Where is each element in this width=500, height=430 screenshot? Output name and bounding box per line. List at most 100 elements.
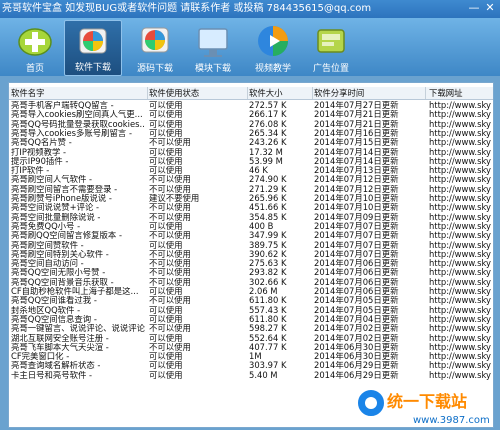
toolbar: 首页 软件下载 源码下载 模块下载 视频教学 广告位置 <box>0 18 500 76</box>
close-button[interactable]: ✕ <box>482 1 498 15</box>
ad-slot-icon <box>317 29 345 53</box>
software-name-cell: 亮哥免费QQ小号 - <box>11 221 81 231</box>
table-row[interactable]: 亮哥飞车脚本大气天尖渲 - 不可以使用 407.77 K 2014年06月30日更新 h… <box>9 342 493 352</box>
share-time-cell: 2014年07月07日更新 <box>314 221 399 231</box>
url-cell: http://www.sky <box>429 101 491 110</box>
table-row[interactable]: 亮哥刷空间赞软件 - 可以使用 389.75 K 2014年07月07日更新 http:… <box>9 240 493 250</box>
table-row[interactable]: 亮哥QQ号码批量登录获取cookies... 可以使用 276.08 K 2014年0… <box>9 120 493 129</box>
toolbar-ad-slot-button[interactable]: 广告位置 <box>302 20 360 76</box>
url-cell: http://www.sky <box>429 305 491 315</box>
table-row[interactable]: 亮哥一键留言、说说评论、说说评论_主页... 不可以使用 598.27 K 2014年… <box>9 324 493 334</box>
size-cell: 266.17 K <box>249 110 287 120</box>
table-row[interactable]: 亮哥QQ空间无限小号赞 - 不可以使用 293.82 K 2014年07月06日更新 h… <box>9 268 493 278</box>
url-cell: http://www.sky <box>429 175 491 185</box>
share-time-cell: 2014年07月07日更新 <box>314 240 399 250</box>
size-cell: 275.63 K <box>249 259 287 269</box>
share-time-cell: 2014年07月04日更新 <box>314 314 399 324</box>
table-row[interactable]: 封杀地区QQ软件 - 可以使用 557.43 K 2014年07月05日更新 http:… <box>9 305 493 315</box>
home-plus-icon <box>18 28 52 56</box>
table-row[interactable]: 亮哥查询域名解析状态 - 可以使用 303.97 K 2014年06月29日更新 htt… <box>9 361 493 371</box>
table-row[interactable]: 亮哥空间批量删除说说 - 不可以使用 354.85 K 2014年07月09日更新 ht… <box>9 212 493 222</box>
size-cell: 598.27 K <box>249 324 287 334</box>
table-row[interactable]: CF完美窗口化 - 可以使用 1M 2014年06月30日更新 http://www.s… <box>9 352 493 361</box>
software-name-cell: 亮哥QQ空间信息查询 - <box>11 314 97 324</box>
column-header[interactable]: 软件使用状态 <box>149 87 244 99</box>
share-time-cell: 2014年06月29日更新 <box>314 361 399 371</box>
software-name-cell: 亮哥QQ空间背景音乐获取 - <box>11 277 114 287</box>
column-header[interactable]: 下载网址 <box>429 87 493 99</box>
url-cell: http://www.sky <box>429 259 491 269</box>
table-row[interactable]: 亮哥QQ名片赞 - 不可以使用 243.26 K 2014年07月15日更新 http:… <box>9 138 493 147</box>
status-cell: 不可以使用 <box>149 203 191 213</box>
url-cell: http://www.sky <box>429 221 491 231</box>
share-time-cell: 2014年07月02日更新 <box>314 333 399 343</box>
software-name-cell: 亮哥刷空间人气软件 - <box>11 175 93 185</box>
video-play-icon <box>258 26 288 56</box>
toolbar-video-tutorial-button[interactable]: 视频教学 <box>244 20 302 76</box>
table-row[interactable]: 提示IP90插件 - 可以使用 53.99 M 2014年07月14日更新 http:/… <box>9 156 493 166</box>
share-time-cell: 2014年07月14日更新 <box>314 156 399 166</box>
table-row[interactable]: 亮哥QQ空间谁看过我 - 不可以使用 611.80 K 2014年07月05日更新 ht… <box>9 296 493 305</box>
size-cell: 347.99 K <box>249 231 287 241</box>
size-cell: 552.64 K <box>249 333 287 343</box>
table-row[interactable]: 亮哥手机客户端转QQ留言 - 可以使用 272.57 K 2014年07月27日更新 h… <box>9 101 493 110</box>
size-cell: 293.82 K <box>249 268 287 278</box>
column-divider[interactable] <box>312 87 313 99</box>
table-row[interactable]: CF自助秒枪软件叫上海子都是这... 可以使用 2.06 M 2014年07月06日更… <box>9 287 493 296</box>
size-cell: 53.99 M <box>249 156 283 166</box>
table-row[interactable]: 亮哥刷空间留言不需要登录 - 不可以使用 271.29 K 2014年07月12日更新… <box>9 185 493 194</box>
software-name-cell: 亮哥刷空间特别关心软件 - <box>11 249 109 259</box>
watermark-logo: 统一下载站 www.3987.com <box>356 388 490 426</box>
toolbar-module-download-button[interactable]: 模块下载 <box>184 20 242 76</box>
software-list-panel: 软件名字 软件使用状态 软件大小 软件分享时间 下载网址 亮哥手机客户端转QQ留… <box>8 82 494 428</box>
software-name-cell: 亮哥刷QQ空间留言修复版本 - <box>11 231 122 241</box>
table-row[interactable]: 亮哥刷空间特别关心软件 - 不可以使用 390.62 K 2014年07月07日更新 h… <box>9 249 493 259</box>
status-cell: 可以使用 <box>149 240 183 250</box>
table-row[interactable]: 亮哥空间说说赞+评论 - 不可以使用 451.66 K 2014年07月10日更新 ht… <box>9 203 493 213</box>
column-header[interactable]: 软件大小 <box>249 87 309 99</box>
table-row[interactable]: 亮哥导入cookies刷空间真人气更... 可以使用 266.17 K 2014年07… <box>9 110 493 120</box>
url-cell: http://www.sky <box>429 333 491 343</box>
toolbar-software-download-button[interactable]: 软件下载 <box>64 20 122 76</box>
column-divider[interactable] <box>247 87 248 99</box>
share-time-cell: 2014年07月06日更新 <box>314 259 399 269</box>
size-cell: 2.06 M <box>249 287 278 296</box>
status-cell: 不可以使用 <box>149 175 191 185</box>
column-header[interactable]: 软件名字 <box>11 87 145 99</box>
share-time-cell: 2014年07月14日更新 <box>314 147 399 157</box>
table-row[interactable]: 亮哥QQ空间信息查询 - 可以使用 611.80 K 2014年07月04日更新 htt… <box>9 314 493 324</box>
column-divider[interactable] <box>147 87 148 99</box>
column-divider[interactable] <box>425 87 426 99</box>
status-cell: 可以使用 <box>149 101 183 110</box>
table-row[interactable]: 亮哥免费QQ小号 - 可以使用 400 B 2014年07月07日更新 http://w… <box>9 221 493 231</box>
table-row[interactable]: 打IP软件 - 可以使用 46 K 2014年07月13日更新 http://www.s… <box>9 166 493 176</box>
table-row[interactable]: 亮哥导入cookies多账号刷留言 - 可以使用 265.34 K 2014年07月1… <box>9 129 493 138</box>
table-row[interactable]: 打IP视频教学 - 可以使用 17.32 M 2014年07月14日更新 http://… <box>9 147 493 157</box>
software-name-cell: 卡主日号和亮号软件 - <box>11 370 93 380</box>
table-row[interactable]: 湖北互联网安全账号注册 - 可以使用 552.64 K 2014年07月02日更新 ht… <box>9 333 493 343</box>
share-time-cell: 2014年06月30日更新 <box>314 342 399 352</box>
table-row[interactable]: 亮哥刷赞号iPhone版说说 - 建议不要使用 265.96 K 2014年07月10… <box>9 194 493 203</box>
share-time-cell: 2014年07月06日更新 <box>314 277 399 287</box>
url-cell: http://www.sky <box>429 147 491 157</box>
software-name-cell: 亮哥手机客户端转QQ留言 - <box>11 101 114 110</box>
table-row[interactable]: 亮哥QQ空间背景音乐获取 - 不可以使用 302.66 K 2014年07月06日更新… <box>9 277 493 287</box>
table-row[interactable]: 亮哥刷QQ空间留言修复版本 - 不可以使用 347.99 K 2014年07月07日更… <box>9 231 493 241</box>
share-time-cell: 2014年07月13日更新 <box>314 166 399 176</box>
software-name-cell: 亮哥刷空间赞软件 - <box>11 240 84 250</box>
toolbar-label: 首页 <box>25 64 44 74</box>
table-row[interactable]: 亮哥刷空间人气软件 - 不可以使用 274.90 K 2014年07月12日更新 htt… <box>9 175 493 185</box>
share-time-cell: 2014年07月09日更新 <box>314 212 399 222</box>
size-cell: 407.77 K <box>249 342 287 352</box>
status-cell: 可以使用 <box>149 166 183 176</box>
share-time-cell: 2014年07月05日更新 <box>314 305 399 315</box>
minimize-button[interactable]: — <box>466 1 482 15</box>
url-cell: http://www.sky <box>429 110 491 120</box>
table-row[interactable]: 亮哥空间自动访问 - 不可以使用 275.63 K 2014年07月06日更新 http… <box>9 259 493 269</box>
toolbar-label: 模块下载 <box>194 64 231 74</box>
column-header[interactable]: 软件分享时间 <box>314 87 419 99</box>
size-cell: 354.85 K <box>249 212 287 222</box>
status-cell: 可以使用 <box>149 221 183 231</box>
toolbar-source-download-button[interactable]: 源码下载 <box>126 20 184 76</box>
toolbar-home-button[interactable]: 首页 <box>6 20 64 76</box>
